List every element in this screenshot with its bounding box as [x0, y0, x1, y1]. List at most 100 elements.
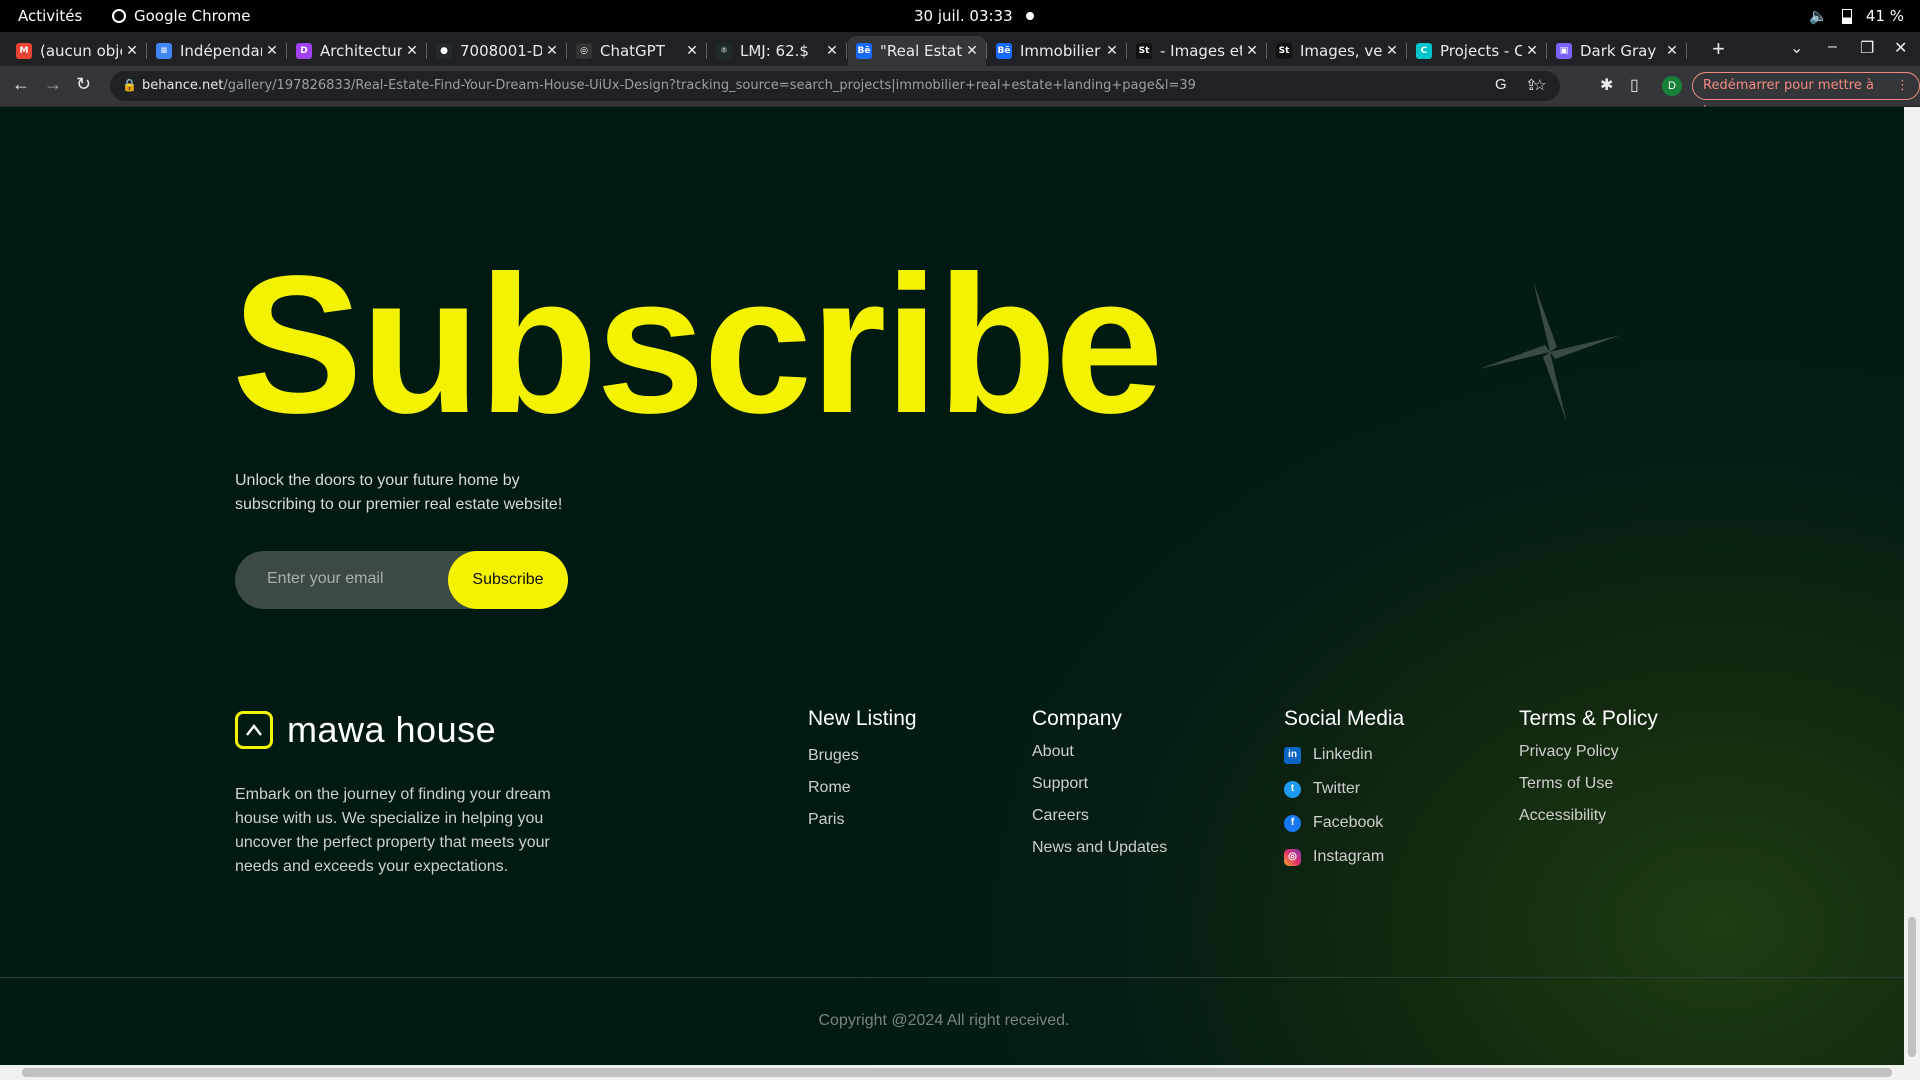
url-text[interactable]: behance.net/gallery/197826833/Real-Estat… [142, 78, 1196, 93]
tab-search-icon[interactable]: ⌄ [1790, 38, 1803, 58]
minimize-icon[interactable]: – [1828, 38, 1837, 56]
browser-toolbar: ← → ↻ 🔒 behance.net/gallery/197826833/Re… [0, 66, 1920, 119]
footer-link-twitter[interactable]: t Twitter [1284, 772, 1404, 806]
twitter-icon: t [1284, 780, 1301, 798]
footer-link-privacy[interactable]: Privacy Policy [1519, 736, 1658, 768]
close-tab-icon[interactable]: ✕ [1242, 43, 1262, 59]
footer-link-support[interactable]: Support [1032, 768, 1167, 800]
close-tab-icon[interactable]: ✕ [1662, 43, 1682, 59]
tab-title: Immobilier [1020, 42, 1101, 60]
footer-link-instagram[interactable]: ◎ Instagram [1284, 840, 1404, 874]
footer-link-about[interactable]: About [1032, 736, 1167, 768]
close-tab-icon[interactable]: ✕ [1382, 43, 1402, 59]
close-tab-icon[interactable]: ✕ [962, 43, 982, 59]
footer-link-paris[interactable]: Paris [808, 804, 917, 836]
footer-link-facebook[interactable]: f Facebook [1284, 806, 1404, 840]
tab-title: Dark Gray [1580, 42, 1657, 60]
lock-icon[interactable]: 🔒 [122, 78, 137, 92]
close-tab-icon[interactable]: ✕ [822, 43, 842, 59]
tab-title: Architectur [320, 42, 402, 60]
close-tab-icon[interactable]: ✕ [1522, 43, 1542, 59]
system-tray[interactable]: 🔈 41 % [1809, 7, 1904, 25]
tab-title: (aucun obje [40, 42, 122, 60]
company-column: Company About Support Careers News and U… [1032, 707, 1167, 864]
footer-link-news[interactable]: News and Updates [1032, 832, 1167, 864]
footer-link-bruges[interactable]: Bruges [808, 740, 917, 772]
instagram-icon: ◎ [1284, 848, 1301, 866]
browser-tab[interactable]: ≡ Indépendan ✕ [148, 36, 287, 66]
browser-tab[interactable]: St Images, ve ✕ [1268, 36, 1407, 66]
link-label: Twitter [1313, 780, 1361, 797]
new-tab-icon[interactable]: + [1712, 36, 1725, 62]
profile-avatar[interactable]: D [1662, 76, 1682, 96]
footer-link-accessibility[interactable]: Accessibility [1519, 800, 1658, 832]
active-app-indicator[interactable]: Google Chrome [112, 7, 251, 25]
clock[interactable]: 30 juil. 03:33 [914, 7, 1013, 25]
close-tab-icon[interactable]: ✕ [262, 43, 282, 59]
browser-tab[interactable]: C Projects - C ✕ [1408, 36, 1547, 66]
menu-icon[interactable]: ⋮ [1896, 73, 1909, 99]
tab-separator [1546, 43, 1547, 59]
close-tab-icon[interactable]: ✕ [542, 43, 562, 59]
new-listing-column: New Listing Bruges Rome Paris [808, 707, 917, 836]
behance-icon: Bē [856, 43, 872, 59]
column-title: Terms & Policy [1519, 707, 1658, 730]
browser-tab[interactable]: ◎ ChatGPT ✕ [568, 36, 707, 66]
browser-tab[interactable]: ▣ Dark Gray ✕ [1548, 36, 1687, 66]
close-tab-icon[interactable]: ✕ [122, 43, 142, 59]
tab-title: 7008001-D [460, 42, 542, 60]
os-top-bar: Activités Google Chrome 30 juil. 03:33 🔈… [0, 0, 1920, 32]
chrome-icon [112, 9, 126, 23]
browser-tab[interactable]: Bē "Real Estat ✕ [848, 36, 987, 66]
extensions-icon[interactable]: ✱ [1600, 75, 1613, 95]
close-window-icon[interactable]: ✕ [1894, 38, 1907, 58]
update-button[interactable]: Redémarrer pour mettre à jour⋮ [1692, 72, 1920, 119]
scroll-thumb[interactable] [1908, 917, 1916, 1057]
close-tab-icon[interactable]: ✕ [682, 43, 702, 59]
bookmark-star-icon[interactable]: ☆ [1533, 76, 1546, 94]
tab-separator [846, 43, 847, 59]
browser-tab[interactable]: M (aucun obje ✕ [8, 36, 147, 66]
footer-link-rome[interactable]: Rome [808, 772, 917, 804]
horizontal-scrollbar[interactable] [0, 1065, 1920, 1080]
page-content: Subscribe Unlock the doors to your futur… [0, 107, 1904, 1065]
tab-strip: + ⌄ – ❐ ✕ M (aucun obje ✕ ≡ Indépendan ✕ D Arch… [0, 32, 1920, 66]
subscribe-button[interactable]: Subscribe [448, 551, 568, 609]
browser-tab[interactable]: St - Images et ✕ [1128, 36, 1267, 66]
forward-icon[interactable]: → [44, 74, 62, 95]
canva-icon: C [1416, 43, 1432, 59]
stock-icon: St [1136, 43, 1152, 59]
tab-separator [566, 43, 567, 59]
subscribe-heading: Subscribe [232, 235, 1164, 454]
browser-tab[interactable]: Bē Immobilier ✕ [988, 36, 1127, 66]
close-tab-icon[interactable]: ✕ [402, 43, 422, 59]
react-icon: ⚛ [716, 43, 732, 59]
close-tab-icon[interactable]: ✕ [1102, 43, 1122, 59]
address-bar[interactable]: 🔒 behance.net/gallery/197826833/Real-Est… [110, 71, 1560, 101]
tab-title: Images, ve [1300, 42, 1382, 60]
scroll-thumb[interactable] [22, 1068, 1892, 1077]
footer-link-careers[interactable]: Careers [1032, 800, 1167, 832]
footer-link-linkedin[interactable]: in Linkedin [1284, 738, 1404, 772]
sparkle-icon [1479, 281, 1621, 423]
tab-separator [706, 43, 707, 59]
brand-logo[interactable]: mawa house [235, 709, 496, 751]
browser-tab[interactable]: ● 7008001-D ✕ [428, 36, 567, 66]
browser-tab[interactable]: ⚛ LMJ: 62.$ ✕ [708, 36, 847, 66]
email-input[interactable] [265, 569, 439, 589]
google-lens-icon[interactable]: G [1495, 76, 1507, 93]
chatgpt-icon: ◎ [576, 43, 592, 59]
stock-icon: St [1276, 43, 1292, 59]
reload-icon[interactable]: ↻ [76, 74, 91, 95]
column-title: Company [1032, 707, 1122, 730]
side-panel-icon[interactable]: ▯ [1630, 75, 1639, 95]
tab-separator [1266, 43, 1267, 59]
volume-icon: 🔈 [1809, 7, 1828, 25]
docs-icon: ≡ [156, 43, 172, 59]
vertical-scrollbar[interactable] [1904, 107, 1920, 1065]
browser-tab[interactable]: D Architectur ✕ [288, 36, 427, 66]
footer-link-terms[interactable]: Terms of Use [1519, 768, 1658, 800]
maximize-icon[interactable]: ❐ [1860, 38, 1874, 58]
activities-button[interactable]: Activités [18, 7, 82, 25]
back-icon[interactable]: ← [12, 74, 30, 95]
